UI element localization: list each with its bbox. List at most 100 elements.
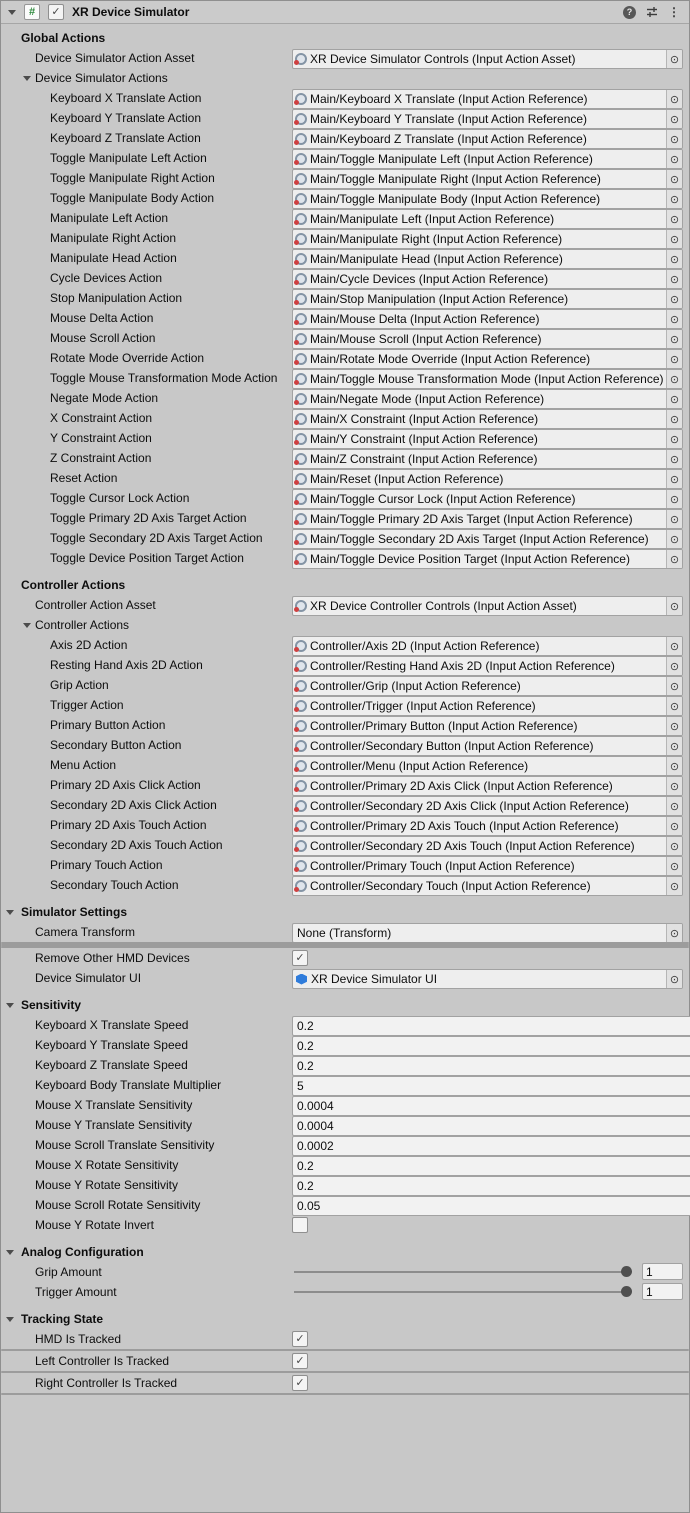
foldout-arrow-icon[interactable] <box>23 623 31 628</box>
object-picker-icon[interactable]: ⊙ <box>666 857 682 875</box>
object-picker-icon[interactable]: ⊙ <box>666 677 682 695</box>
object-field[interactable]: Controller/Secondary Button (Input Actio… <box>292 736 683 756</box>
object-field[interactable]: Main/X Constraint (Input Action Referenc… <box>292 409 683 429</box>
object-field[interactable]: Main/Mouse Delta (Input Action Reference… <box>292 309 683 329</box>
object-picker-icon[interactable]: ⊙ <box>666 250 682 268</box>
object-field[interactable]: Main/Keyboard Z Translate (Input Action … <box>292 129 683 149</box>
object-field[interactable]: Main/Mouse Scroll (Input Action Referenc… <box>292 329 683 349</box>
slider-handle[interactable] <box>621 1266 632 1277</box>
object-field[interactable]: Main/Toggle Manipulate Left (Input Actio… <box>292 149 683 169</box>
object-picker-icon[interactable]: ⊙ <box>666 970 682 988</box>
object-picker-icon[interactable]: ⊙ <box>666 450 682 468</box>
slider-value-input[interactable] <box>642 1283 683 1300</box>
object-picker-icon[interactable]: ⊙ <box>666 777 682 795</box>
object-field[interactable]: Main/Toggle Device Position Target (Inpu… <box>292 549 683 569</box>
checkbox[interactable]: ✓ <box>292 950 308 966</box>
object-picker-icon[interactable]: ⊙ <box>666 210 682 228</box>
text-input[interactable] <box>292 1036 690 1056</box>
object-picker-icon[interactable]: ⊙ <box>666 837 682 855</box>
checkbox[interactable] <box>292 1217 308 1233</box>
slider-track[interactable] <box>294 1291 627 1293</box>
object-picker-icon[interactable]: ⊙ <box>666 310 682 328</box>
object-field[interactable]: Controller/Resting Hand Axis 2D (Input A… <box>292 656 683 676</box>
object-field[interactable]: Main/Toggle Cursor Lock (Input Action Re… <box>292 489 683 509</box>
object-field[interactable]: Main/Toggle Primary 2D Axis Target (Inpu… <box>292 509 683 529</box>
object-field[interactable]: Main/Reset (Input Action Reference)⊙ <box>292 469 683 489</box>
foldout-arrow-icon[interactable] <box>23 76 31 81</box>
object-field[interactable]: Controller/Secondary 2D Axis Touch (Inpu… <box>292 836 683 856</box>
component-foldout-icon[interactable] <box>8 10 16 15</box>
slider-value-input[interactable] <box>642 1263 683 1280</box>
object-picker-icon[interactable]: ⊙ <box>666 697 682 715</box>
text-input[interactable] <box>292 1116 690 1136</box>
object-field[interactable]: Main/Manipulate Right (Input Action Refe… <box>292 229 683 249</box>
object-field[interactable]: Main/Keyboard X Translate (Input Action … <box>292 89 683 109</box>
foldout-arrow-icon[interactable] <box>6 1317 14 1322</box>
object-field[interactable]: Controller/Primary Touch (Input Action R… <box>292 856 683 876</box>
object-field[interactable]: Main/Manipulate Left (Input Action Refer… <box>292 209 683 229</box>
object-picker-icon[interactable]: ⊙ <box>666 110 682 128</box>
object-picker-icon[interactable]: ⊙ <box>666 637 682 655</box>
object-picker-icon[interactable]: ⊙ <box>666 50 682 68</box>
object-field[interactable]: Controller/Secondary 2D Axis Click (Inpu… <box>292 796 683 816</box>
object-field[interactable]: Main/Z Constraint (Input Action Referenc… <box>292 449 683 469</box>
object-field[interactable]: Controller/Menu (Input Action Reference)… <box>292 756 683 776</box>
object-field[interactable]: Main/Toggle Manipulate Right (Input Acti… <box>292 169 683 189</box>
checkbox[interactable]: ✓ <box>292 1353 308 1369</box>
object-picker-icon[interactable]: ⊙ <box>666 877 682 895</box>
object-picker-icon[interactable]: ⊙ <box>666 797 682 815</box>
object-picker-icon[interactable]: ⊙ <box>666 510 682 528</box>
object-field[interactable]: Controller/Primary Button (Input Action … <box>292 716 683 736</box>
context-menu-icon[interactable]: ⋮ <box>668 5 680 19</box>
object-picker-icon[interactable]: ⊙ <box>666 757 682 775</box>
object-field[interactable]: None (Transform)⊙ <box>292 923 683 943</box>
object-picker-icon[interactable]: ⊙ <box>666 190 682 208</box>
object-field[interactable]: Main/Y Constraint (Input Action Referenc… <box>292 429 683 449</box>
object-field[interactable]: XR Device Controller Controls (Input Act… <box>292 596 683 616</box>
object-field[interactable]: Main/Cycle Devices (Input Action Referen… <box>292 269 683 289</box>
object-field[interactable]: XR Device Simulator Controls (Input Acti… <box>292 49 683 69</box>
object-picker-icon[interactable]: ⊙ <box>666 597 682 615</box>
foldout-arrow-icon[interactable] <box>6 1003 14 1008</box>
slider-track[interactable] <box>294 1271 627 1273</box>
object-field[interactable]: Main/Rotate Mode Override (Input Action … <box>292 349 683 369</box>
object-picker-icon[interactable]: ⊙ <box>666 90 682 108</box>
object-picker-icon[interactable]: ⊙ <box>666 350 682 368</box>
text-input[interactable] <box>292 1196 690 1216</box>
object-picker-icon[interactable]: ⊙ <box>666 470 682 488</box>
text-input[interactable] <box>292 1056 690 1076</box>
object-picker-icon[interactable]: ⊙ <box>666 390 682 408</box>
object-picker-icon[interactable]: ⊙ <box>666 430 682 448</box>
object-field[interactable]: Main/Keyboard Y Translate (Input Action … <box>292 109 683 129</box>
object-field[interactable]: Main/Stop Manipulation (Input Action Ref… <box>292 289 683 309</box>
object-field[interactable]: Controller/Axis 2D (Input Action Referen… <box>292 636 683 656</box>
object-picker-icon[interactable]: ⊙ <box>666 737 682 755</box>
checkbox[interactable]: ✓ <box>292 1331 308 1347</box>
section-label[interactable]: Tracking State <box>21 1312 679 1326</box>
object-picker-icon[interactable]: ⊙ <box>666 270 682 288</box>
object-picker-icon[interactable]: ⊙ <box>666 817 682 835</box>
object-field[interactable]: Main/Toggle Manipulate Body (Input Actio… <box>292 189 683 209</box>
text-input[interactable] <box>292 1076 690 1096</box>
component-enabled-checkbox[interactable]: ✓ <box>48 4 64 20</box>
text-input[interactable] <box>292 1016 690 1036</box>
text-input[interactable] <box>292 1136 690 1156</box>
object-field[interactable]: Controller/Primary 2D Axis Touch (Input … <box>292 816 683 836</box>
object-picker-icon[interactable]: ⊙ <box>666 530 682 548</box>
object-field[interactable]: Main/Toggle Mouse Transformation Mode (I… <box>292 369 683 389</box>
foldout-arrow-icon[interactable] <box>6 910 14 915</box>
object-picker-icon[interactable]: ⊙ <box>666 290 682 308</box>
presets-icon[interactable] <box>645 5 659 19</box>
foldout-arrow-icon[interactable] <box>6 1250 14 1255</box>
object-picker-icon[interactable]: ⊙ <box>666 130 682 148</box>
object-field[interactable]: Main/Negate Mode (Input Action Reference… <box>292 389 683 409</box>
object-picker-icon[interactable]: ⊙ <box>666 550 682 568</box>
object-picker-icon[interactable]: ⊙ <box>666 924 682 942</box>
object-picker-icon[interactable]: ⊙ <box>666 657 682 675</box>
object-field[interactable]: Controller/Secondary Touch (Input Action… <box>292 876 683 896</box>
text-input[interactable] <box>292 1096 690 1116</box>
object-picker-icon[interactable]: ⊙ <box>666 717 682 735</box>
object-picker-icon[interactable]: ⊙ <box>666 230 682 248</box>
object-field[interactable]: Main/Toggle Secondary 2D Axis Target (In… <box>292 529 683 549</box>
foldout-label[interactable]: Controller Actions <box>35 618 679 632</box>
